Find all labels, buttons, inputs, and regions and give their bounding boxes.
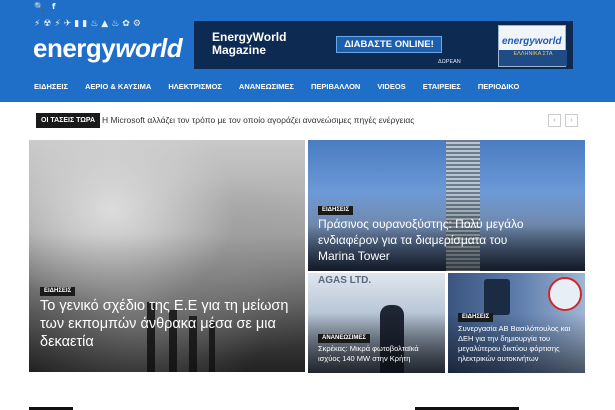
magazine-cover-strip: ΕΛΛΗΝΙΚΑ ΣΤΑ	[499, 50, 567, 66]
nav-item-companies[interactable]: ΕΤΑΙΡΕΙΕΣ	[423, 82, 461, 92]
nav-item-electricity[interactable]: ΗΛΕΚΤΡΙΣΜΟΣ	[168, 82, 222, 92]
article-title[interactable]: Συνεργασία ΑΒ Βασιλόπουλος και ΔΕΗ για τ…	[458, 324, 582, 364]
article-title[interactable]: Το γενικό σχέδιο της Ε.Ε για τη μείωση τ…	[40, 297, 290, 351]
ticker-next-button[interactable]: ›	[565, 114, 578, 127]
read-online-button[interactable]: ΔΙΑΒΑΣΤΕ ONLINE!	[336, 36, 442, 53]
solar-icon: ✿	[122, 19, 130, 29]
nav-item-environment[interactable]: ΠΕΡΙΒΑΛΛΟΝ	[311, 82, 360, 92]
nav-item-magazine[interactable]: ΠΕΡΙΟΔΙΚΟ	[478, 82, 520, 92]
magazine-banner-ad[interactable]: EnergyWorld Magazine ΔΙΑΒΑΣΤΕ ONLINE! ΔΩ…	[194, 21, 573, 69]
top-bar: 🔍 f	[34, 2, 55, 12]
magazine-cover-logo: energyworld	[502, 36, 562, 47]
search-icon[interactable]: 🔍	[34, 3, 44, 11]
site-logo[interactable]: energyworld	[33, 33, 183, 63]
article-category-badge[interactable]: ΕΙΔΗΣΕΙΣ	[318, 206, 354, 215]
article-title[interactable]: Πράσινος ουρανοξύστης: Πολύ μεγάλο ενδια…	[318, 216, 543, 264]
featured-article-big[interactable]: ΕΙΔΗΣΕΙΣ Το γενικό σχέδιο της Ε.Ε για τη…	[29, 140, 305, 372]
factory-icon: ♨	[90, 19, 99, 29]
trending-ticker: ΟΙ ΤΑΣΕΙΣ ΤΩΡΑ Η Microsoft αλλάζει τον τ…	[36, 113, 579, 128]
featured-article-small-1[interactable]: AGAS LTD. ΑΝΑΝΕΩΣΙΜΕΣ Σκρέκας: Μικρά φωτ…	[308, 273, 445, 373]
magazine-cover: energyworld ΕΛΛΗΝΙΚΑ ΣΤΑ	[498, 25, 567, 67]
plane-icon: ✈	[63, 19, 72, 29]
facebook-icon[interactable]: f	[52, 3, 55, 11]
charger-shape	[484, 279, 510, 315]
battery-icon: ▮	[82, 19, 88, 29]
ticker-headline[interactable]: Η Microsoft αλλάζει τον τρόπο με τον οπο…	[102, 113, 414, 128]
article-category-badge[interactable]: ΑΝΑΝΕΩΣΙΜΕΣ	[318, 334, 371, 343]
lightning-icon: ⚡	[54, 19, 61, 29]
ticker-prev-button[interactable]: ‹	[548, 114, 561, 127]
battery-icon: ▮	[74, 19, 80, 29]
wind-icon: ⚙	[132, 19, 141, 29]
lightning-icon: ⚡	[34, 19, 41, 29]
banner-free-label: ΔΩΡΕΑΝ	[438, 59, 461, 65]
site-header: 🔍 f ⚡ ☢ ⚡ ✈ ▮ ▮ ♨ ▲ ♨ ✿ ⚙ energyworld En…	[0, 0, 615, 102]
ticker-label: ΟΙ ΤΑΣΕΙΣ ΤΩΡΑ	[36, 113, 101, 128]
background-sign-text: AGAS LTD.	[318, 275, 372, 286]
nav-item-renewables[interactable]: ΑΝΑΝΕΩΣΙΜΕΣ	[239, 82, 294, 92]
nav-item-gas-fuels[interactable]: ΑΕΡΙΟ & ΚΑΥΣΙΜΑ	[85, 82, 151, 92]
article-title[interactable]: Σκρέκας: Μικρά φωτοβολταϊκά ισχύος 140 M…	[318, 344, 442, 364]
featured-article-small-2[interactable]: ΕΙΔΗΣΕΙΣ Συνεργασία ΑΒ Βασιλόπουλος και …	[448, 273, 585, 373]
nuclear-icon: ☢	[43, 19, 52, 29]
pylon-icon: ▲	[101, 19, 109, 29]
article-category-badge[interactable]: ΕΙΔΗΣΕΙΣ	[40, 287, 76, 296]
logo-energy-icons: ⚡ ☢ ⚡ ✈ ▮ ▮ ♨ ▲ ♨ ✿ ⚙	[34, 19, 141, 29]
featured-article-tower[interactable]: ΕΙΔΗΣΕΙΣ Πράσινος ουρανοξύστης: Πολύ μεγ…	[308, 140, 585, 271]
dei-logo-shape	[548, 277, 582, 311]
banner-title: EnergyWorld Magazine	[212, 30, 287, 57]
article-category-badge[interactable]: ΕΙΔΗΣΕΙΣ	[458, 313, 494, 322]
factory-icon: ♨	[111, 19, 120, 29]
main-nav: ΕΙΔΗΣΕΙΣ ΑΕΡΙΟ & ΚΑΥΣΙΜΑ ΗΛΕΚΤΡΙΣΜΟΣ ΑΝΑ…	[34, 82, 536, 92]
nav-item-news[interactable]: ΕΙΔΗΣΕΙΣ	[34, 82, 68, 92]
nav-item-videos[interactable]: VIDEOS	[377, 82, 405, 92]
